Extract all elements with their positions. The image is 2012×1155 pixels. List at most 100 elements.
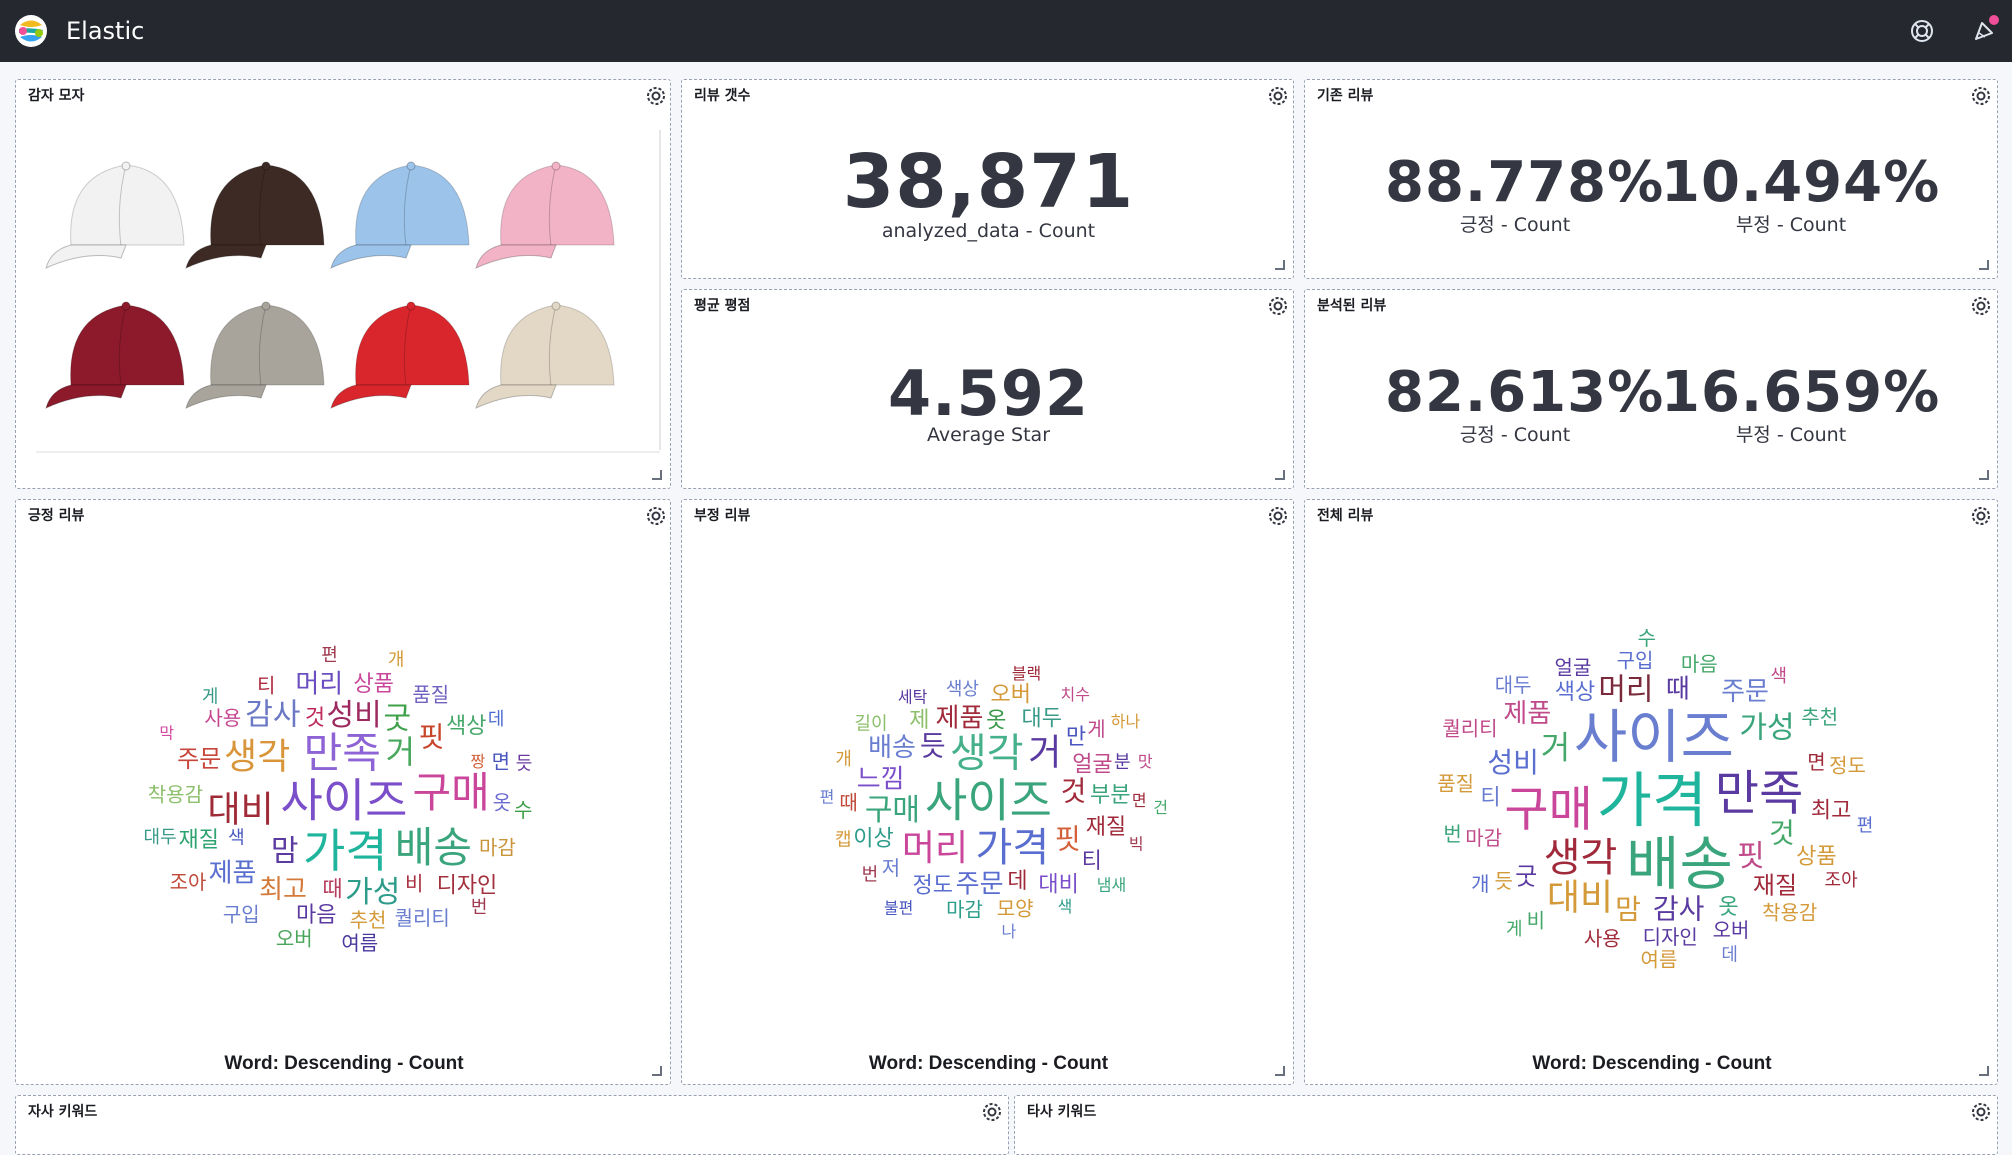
cloud-word[interactable]: 주문: [177, 745, 221, 773]
cloud-word[interactable]: 굿: [383, 701, 411, 736]
cloud-word[interactable]: 마감: [1465, 826, 1502, 850]
cloud-word[interactable]: 캡: [835, 829, 852, 850]
cloud-word[interactable]: 개: [1471, 872, 1489, 896]
cloud-word[interactable]: 만족: [1715, 765, 1803, 821]
cloud-word[interactable]: 비: [1527, 909, 1545, 933]
cloud-word[interactable]: 만: [1066, 725, 1086, 750]
cloud-word[interactable]: 것: [1769, 817, 1795, 850]
cloud-word[interactable]: 제품: [209, 858, 257, 888]
cloud-word[interactable]: 번: [471, 897, 488, 918]
cloud-word[interactable]: 하나: [1111, 712, 1141, 731]
cloud-word[interactable]: 때: [322, 877, 342, 902]
cloud-word[interactable]: 색상: [1555, 680, 1595, 705]
cloud-word[interactable]: 만족: [304, 728, 381, 777]
cloud-word[interactable]: 가성: [345, 875, 400, 910]
cloud-word[interactable]: 듯: [1494, 869, 1512, 893]
cloud-word[interactable]: 구매: [1504, 782, 1592, 838]
cloud-word[interactable]: 면: [1807, 750, 1825, 774]
resize-handle-icon[interactable]: [1979, 470, 1989, 480]
cloud-word[interactable]: 거: [1541, 728, 1570, 766]
cloud-word[interactable]: 머리: [295, 669, 343, 699]
cloud-word[interactable]: 데: [488, 709, 505, 730]
cloud-word[interactable]: 대비: [207, 789, 273, 830]
cloud-word[interactable]: 재질: [178, 828, 218, 853]
cloud-word[interactable]: 대두: [1495, 673, 1532, 697]
cloud-word[interactable]: 불편: [884, 898, 913, 917]
cloud-word[interactable]: 제품: [936, 704, 984, 734]
cloud-word[interactable]: 여름: [341, 931, 378, 955]
gear-icon[interactable]: [642, 82, 670, 110]
cloud-word[interactable]: 이상: [853, 826, 893, 851]
cloud-word[interactable]: 편: [1857, 816, 1874, 837]
gear-icon[interactable]: [978, 1098, 1006, 1126]
cloud-word[interactable]: 번: [862, 865, 879, 886]
gear-icon[interactable]: [1967, 82, 1995, 110]
cloud-word[interactable]: 얼굴: [1555, 656, 1592, 680]
cloud-word[interactable]: 정도: [1829, 754, 1866, 778]
cloud-word[interactable]: 상품: [1796, 845, 1836, 870]
resize-handle-icon[interactable]: [1275, 260, 1285, 270]
cloud-word[interactable]: 대비: [1547, 878, 1613, 919]
cloud-word[interactable]: 재질: [1086, 815, 1126, 840]
cloud-word[interactable]: 옷: [493, 791, 511, 815]
cloud-word[interactable]: 개: [835, 749, 852, 770]
cloud-word[interactable]: 색상: [946, 679, 979, 700]
cloud-word[interactable]: 짱: [470, 752, 485, 771]
cloud-word[interactable]: 성비: [1487, 746, 1539, 779]
cloud-word[interactable]: 대두: [1022, 707, 1062, 732]
cloud-word[interactable]: 제품: [1503, 699, 1551, 729]
cloud-word[interactable]: 감사: [245, 698, 300, 733]
cloud-word[interactable]: 듯: [920, 730, 946, 763]
cloud-word[interactable]: 구매: [412, 768, 489, 817]
cloud-word[interactable]: 비: [405, 872, 423, 896]
cloud-word[interactable]: 대두: [144, 827, 177, 848]
cloud-word[interactable]: 티: [257, 673, 275, 697]
gear-icon[interactable]: [1264, 82, 1292, 110]
cloud-word[interactable]: 상품: [353, 672, 393, 697]
cloud-word[interactable]: 편: [321, 645, 338, 666]
resize-handle-icon[interactable]: [1979, 260, 1989, 270]
cloud-word[interactable]: 거: [1028, 732, 1061, 773]
cloud-word[interactable]: 추천: [1801, 705, 1838, 729]
cloud-word[interactable]: 구매: [865, 793, 920, 828]
cloud-word[interactable]: 오버: [276, 927, 313, 951]
cloud-word[interactable]: 재질: [1753, 871, 1797, 899]
cloud-word[interactable]: 생각: [950, 731, 1024, 777]
cloud-word[interactable]: 오버: [1713, 918, 1750, 942]
resize-handle-icon[interactable]: [652, 470, 662, 480]
cloud-word[interactable]: 사이즈: [281, 774, 408, 828]
cloud-word[interactable]: 착용감: [1762, 901, 1817, 925]
cloud-word[interactable]: 성비: [327, 698, 382, 733]
cloud-word[interactable]: 게: [1087, 717, 1105, 741]
cloud-word[interactable]: 머리: [1598, 672, 1653, 707]
cloud-word[interactable]: 사용: [204, 706, 241, 730]
cloud-word[interactable]: 배송: [1626, 830, 1733, 898]
cloud-word[interactable]: 정도: [912, 873, 952, 898]
resize-handle-icon[interactable]: [1979, 1066, 1989, 1076]
cloud-word[interactable]: 디자인: [437, 874, 498, 899]
cloud-word[interactable]: 것: [305, 706, 325, 731]
cloud-word[interactable]: 최고: [259, 875, 307, 905]
cloud-word[interactable]: 착용감: [148, 782, 203, 806]
cloud-word[interactable]: 막: [159, 724, 174, 743]
cloud-word[interactable]: 번: [1443, 822, 1461, 846]
cloud-word[interactable]: 대비: [1038, 872, 1078, 897]
cloud-word[interactable]: 때: [839, 791, 857, 815]
cloud-word[interactable]: 블랙: [1012, 664, 1041, 683]
cloud-word[interactable]: 가성: [1739, 711, 1794, 746]
cloud-word[interactable]: 색: [228, 827, 245, 848]
cloud-word[interactable]: 데: [1721, 944, 1738, 965]
cloud-word[interactable]: 추천: [350, 908, 387, 932]
cloud-word[interactable]: 부분: [1090, 783, 1130, 808]
cloud-word[interactable]: 조아: [1825, 870, 1859, 891]
cloud-word[interactable]: 세탁: [898, 688, 928, 707]
cloud-word[interactable]: 얼굴: [1072, 753, 1112, 778]
elastic-logo-icon[interactable]: [14, 14, 48, 48]
cloud-word[interactable]: 옷: [1718, 895, 1738, 920]
cloud-word[interactable]: 가격: [976, 825, 1050, 871]
cloud-word[interactable]: 주문: [1721, 677, 1769, 707]
cloud-word[interactable]: 편: [820, 787, 835, 806]
cloud-word[interactable]: 퀄리티: [395, 906, 450, 930]
cloud-word[interactable]: 티: [1480, 785, 1500, 810]
cloud-word[interactable]: 마감: [479, 836, 516, 860]
